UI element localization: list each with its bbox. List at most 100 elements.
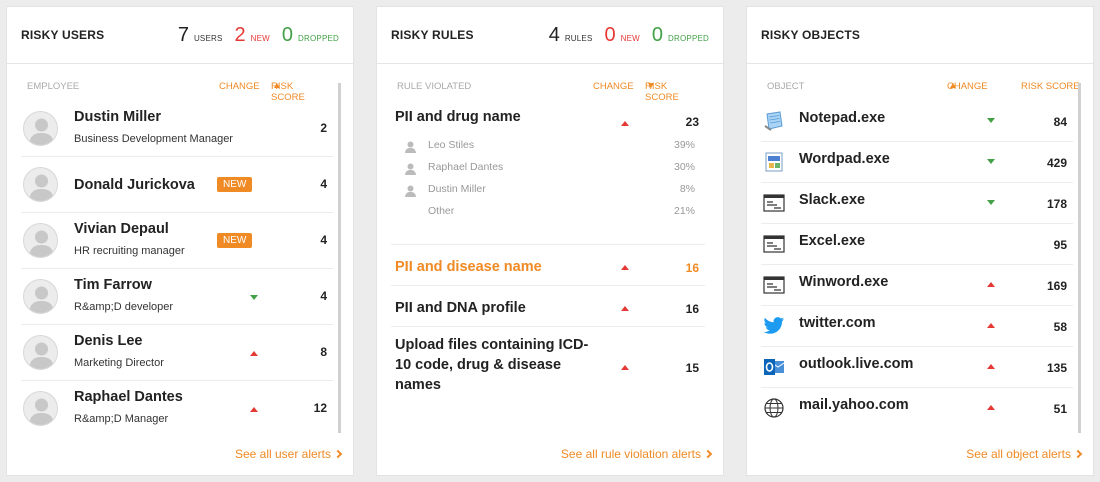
risky-rules-panel: RISKY RULES 4 RULES 0 NEW 0 DROPPED RULE VI… [376, 6, 724, 476]
object-name: Winword.exe [799, 274, 889, 290]
rule-row[interactable]: PII and disease name 16 [391, 245, 705, 286]
risky-objects-header: RISKY OBJECTS [747, 7, 1093, 64]
scrollbar[interactable] [1078, 83, 1081, 433]
change-column-header[interactable]: CHANGE [947, 81, 988, 92]
rule-row[interactable]: Upload files containing ICD-10 code, dru… [391, 327, 705, 408]
object-row[interactable]: mail.yahoo.com 51 [761, 388, 1073, 429]
risk-score: 95 [1053, 238, 1067, 252]
risk-score-column-header[interactable]: RISK SCORE [645, 81, 679, 103]
chevron-right-icon [333, 449, 343, 459]
window-icon [763, 193, 785, 213]
change-down-icon [250, 295, 258, 300]
user-row[interactable]: Denis Lee Marketing Director 8 [21, 325, 333, 381]
rule-user-breakdown-item: Other 21% [405, 203, 695, 225]
object-row[interactable]: Winword.exe 169 [761, 265, 1073, 306]
user-name: Denis Lee [74, 333, 143, 349]
see-all-user-alerts-link[interactable]: See all user alerts [235, 447, 343, 461]
change-up-icon [987, 364, 995, 369]
person-icon [405, 185, 416, 197]
rule-row[interactable]: PII and drug name 23 Leo Stiles 39% Raphael … [391, 101, 705, 245]
wordpad-icon [763, 152, 785, 172]
users-count-stat: 7 USERS [177, 23, 223, 46]
change-up-icon [987, 405, 995, 410]
breakdown-name: Other [428, 205, 455, 217]
new-badge: NEW [217, 177, 253, 192]
risky-users-panel: RISKY USERS 7 USERS 2 NEW 0 DROPPED EMPLOYE… [6, 6, 354, 476]
object-row[interactable]: twitter.com 58 [761, 306, 1073, 347]
user-row[interactable]: Donald Jurickova NEW 4 [21, 157, 333, 213]
object-name: Excel.exe [799, 233, 866, 249]
see-all-object-alerts-link[interactable]: See all object alerts [966, 447, 1083, 461]
user-name: Dustin Miller [74, 109, 162, 125]
risk-score: 84 [1053, 115, 1067, 129]
panel-title: RISKY RULES [391, 28, 474, 42]
rule-user-breakdown-item: Raphael Dantes 30% [405, 159, 695, 181]
chevron-right-icon [1073, 449, 1083, 459]
see-all-rule-violation-alerts-link[interactable]: See all rule violation alerts [561, 447, 713, 461]
employee-column-header: EMPLOYEE [27, 81, 80, 92]
risky-objects-panel: RISKY OBJECTS OBJECT CHANGE RISK SCORE N… [746, 6, 1094, 476]
risk-score: 15 [685, 361, 699, 375]
user-list: Dustin Miller Business Development Manage… [21, 101, 333, 437]
rule-name: PII and disease name [395, 259, 542, 275]
user-row[interactable]: Tim Farrow R&amp;D developer 4 [21, 269, 333, 325]
breakdown-name: Raphael Dantes [428, 161, 504, 173]
risk-score: 58 [1053, 320, 1067, 334]
rule-list: PII and drug name 23 Leo Stiles 39% Raphael … [391, 101, 705, 408]
risky-users-header: RISKY USERS 7 USERS 2 NEW 0 DROPPED [7, 7, 353, 64]
change-column-header[interactable]: CHANGE [593, 81, 634, 92]
rule-user-breakdown-item: Leo Stiles 39% [405, 137, 695, 159]
change-up-icon [621, 121, 629, 126]
object-row[interactable]: Excel.exe 95 [761, 224, 1073, 265]
risk-score: 12 [313, 401, 327, 415]
user-row[interactable]: Raphael Dantes R&amp;D Manager 12 [21, 381, 333, 437]
risk-score: 16 [685, 302, 699, 316]
risk-score: 178 [1046, 197, 1067, 211]
user-name: Donald Jurickova [74, 177, 195, 193]
change-up-icon [621, 365, 629, 370]
risk-score: 4 [320, 177, 327, 191]
user-name: Vivian Depaul [74, 221, 169, 237]
avatar [23, 279, 58, 314]
risk-score: 23 [685, 115, 699, 129]
twitter-icon [763, 316, 785, 336]
panel-title: RISKY USERS [21, 28, 105, 42]
change-up-icon [987, 323, 995, 328]
change-column-header[interactable]: CHANGE [219, 81, 260, 92]
dropped-count-stat: 0 DROPPED [651, 23, 709, 46]
object-row[interactable]: Wordpad.exe 429 [761, 142, 1073, 183]
breakdown-percent: 8% [679, 183, 695, 195]
object-row[interactable]: outlook.live.com 135 [761, 347, 1073, 388]
breakdown-percent: 39% [673, 139, 695, 151]
risk-score-column-header[interactable]: RISK SCORE [1021, 81, 1080, 92]
user-role: Business Development Manager [74, 133, 233, 145]
new-badge: NEW [217, 233, 253, 248]
person-icon [405, 141, 416, 153]
object-row[interactable]: Slack.exe 178 [761, 183, 1073, 224]
object-name: mail.yahoo.com [799, 397, 909, 413]
user-role: R&amp;D Manager [74, 413, 169, 425]
risk-score-column-header[interactable]: RISK SCORE [271, 81, 305, 103]
rule-name: PII and DNA profile [395, 300, 526, 316]
object-row[interactable]: Notepad.exe 84 [761, 101, 1073, 142]
column-headers: RULE VIOLATED CHANGE RISK SCORE [377, 81, 723, 103]
object-name: Wordpad.exe [799, 151, 890, 167]
column-headers: EMPLOYEE CHANGE RISK SCORE [7, 81, 353, 103]
rule-row[interactable]: PII and DNA profile 16 [391, 286, 705, 327]
user-role: HR recruiting manager [74, 245, 185, 257]
risk-score: 4 [320, 233, 327, 247]
object-name: Slack.exe [799, 192, 866, 208]
risky-rules-header: RISKY RULES 4 RULES 0 NEW 0 DROPPED [377, 7, 723, 64]
avatar [23, 391, 58, 426]
user-name: Tim Farrow [74, 277, 152, 293]
avatar [23, 223, 58, 258]
object-name: twitter.com [799, 315, 876, 331]
user-row[interactable]: Vivian Depaul HR recruiting manager NEW 4 [21, 213, 333, 269]
rule-name: Upload files containing ICD-10 code, dru… [395, 337, 589, 393]
scrollbar[interactable] [338, 83, 341, 433]
object-name: Notepad.exe [799, 110, 886, 126]
user-row[interactable]: Dustin Miller Business Development Manage… [21, 101, 333, 157]
chevron-right-icon [703, 449, 713, 459]
window-icon [763, 234, 785, 254]
risk-score: 51 [1053, 402, 1067, 416]
